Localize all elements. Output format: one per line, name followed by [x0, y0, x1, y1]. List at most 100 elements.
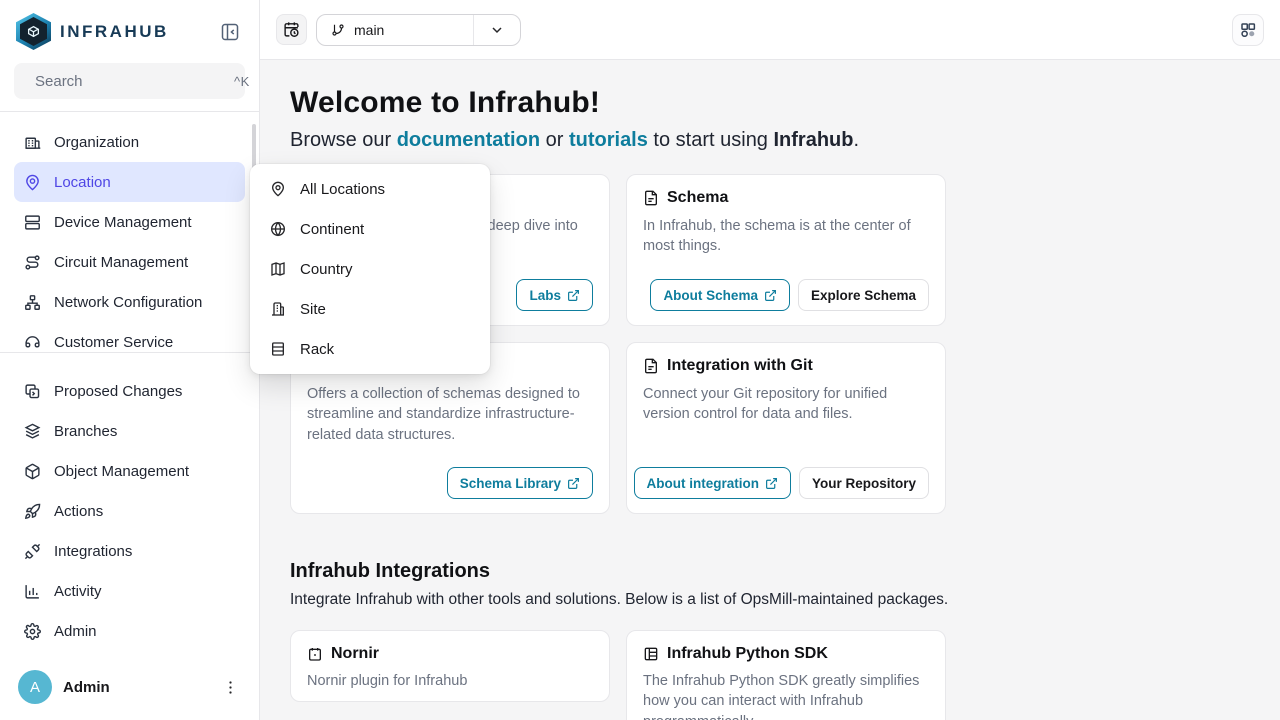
- intro-suffix: to start using: [648, 129, 774, 151]
- sidebar-item-proposed-changes[interactable]: Proposed Changes: [14, 371, 245, 411]
- about-schema-button[interactable]: About Schema: [650, 279, 790, 311]
- components-icon: [1239, 21, 1257, 39]
- brand-name: Infrahub: [774, 129, 854, 151]
- map-pin-icon: [270, 181, 286, 197]
- gear-icon: [24, 623, 41, 640]
- menu-item-label: Continent: [300, 221, 364, 238]
- search-shortcut: ^K: [234, 74, 250, 89]
- sidebar-item-actions[interactable]: Actions: [14, 491, 245, 531]
- sidebar-item-customer-service[interactable]: Customer Service: [14, 322, 245, 352]
- explore-schema-button[interactable]: Explore Schema: [798, 279, 929, 311]
- card-description: Nornir plugin for Infrahub: [307, 671, 593, 691]
- branch-selector-caret[interactable]: [473, 15, 520, 45]
- network-icon: [24, 294, 41, 311]
- documentation-link[interactable]: documentation: [397, 129, 540, 151]
- sidebar-user: A Admin: [0, 658, 259, 720]
- search-input[interactable]: [35, 73, 234, 90]
- components-button[interactable]: [1232, 14, 1264, 46]
- card-nornir: Nornir Nornir plugin for Infrahub: [290, 630, 610, 702]
- sidebar-item-circuit-management[interactable]: Circuit Management: [14, 242, 245, 282]
- diff-copy-icon: [24, 383, 41, 400]
- external-link-icon: [567, 289, 580, 302]
- search-box[interactable]: ^K: [14, 63, 245, 99]
- intro-end: .: [854, 129, 860, 151]
- sidebar-item-branches[interactable]: Branches: [14, 411, 245, 451]
- sidebar-item-label: Actions: [54, 503, 103, 520]
- sidebar-item-location[interactable]: Location: [14, 162, 245, 202]
- content: Welcome to Infrahub! Browse our document…: [260, 60, 1280, 720]
- sidebar-item-label: Admin: [54, 623, 97, 640]
- integrations-title: Infrahub Integrations: [290, 560, 1280, 583]
- user-name: Admin: [63, 679, 218, 696]
- card-description: In Infrahub, the schema is at the center…: [643, 216, 929, 257]
- intro-prefix: Browse our: [290, 129, 397, 151]
- user-menu-button[interactable]: [218, 675, 243, 700]
- menu-item-site[interactable]: Site: [250, 289, 490, 329]
- time-travel-button[interactable]: [276, 14, 307, 45]
- intro-middle: or: [540, 129, 569, 151]
- sdk-grid-icon: [643, 646, 659, 662]
- schema-library-button[interactable]: Schema Library: [447, 467, 593, 499]
- sidebar-item-label: Location: [54, 174, 111, 191]
- package-icon: [307, 646, 323, 662]
- route-icon: [24, 254, 41, 271]
- topbar: main: [260, 0, 1280, 60]
- rack-icon: [270, 341, 286, 357]
- bar-chart-icon: [24, 583, 41, 600]
- sidebar-item-label: Branches: [54, 423, 117, 440]
- server-icon: [24, 214, 41, 231]
- branch-selector[interactable]: main: [316, 14, 521, 46]
- sidebar-collapse-button[interactable]: [217, 19, 243, 45]
- user-avatar[interactable]: A: [18, 670, 52, 704]
- chevron-down-icon: [489, 22, 505, 38]
- sidebar-item-label: Circuit Management: [54, 254, 188, 271]
- sidebar-item-network-configuration[interactable]: Network Configuration: [14, 282, 245, 322]
- sidebar-item-label: Object Management: [54, 463, 189, 480]
- menu-item-continent[interactable]: Continent: [250, 209, 490, 249]
- file-text-icon: [643, 358, 659, 374]
- sidebar-header: INFRAHUB: [0, 0, 259, 61]
- sidebar-item-admin[interactable]: Admin: [14, 611, 245, 651]
- button-label: Schema Library: [460, 476, 561, 491]
- layers-icon: [24, 423, 41, 440]
- sidebar-item-activity[interactable]: Activity: [14, 571, 245, 611]
- branch-name: main: [354, 22, 384, 38]
- external-link-icon: [567, 477, 580, 490]
- card-integration-git: Integration with Git Connect your Git re…: [626, 342, 946, 514]
- card-title: Schema: [667, 189, 728, 207]
- sidebar-item-integrations[interactable]: Integrations: [14, 531, 245, 571]
- button-label: Labs: [529, 288, 561, 303]
- card-python-sdk: Infrahub Python SDK The Infrahub Python …: [626, 630, 946, 720]
- menu-item-country[interactable]: Country: [250, 249, 490, 289]
- integrations-section: Infrahub Integrations Integrate Infrahub…: [290, 560, 1280, 720]
- labs-button[interactable]: Labs: [516, 279, 593, 311]
- building-icon: [270, 301, 286, 317]
- menu-item-rack[interactable]: Rack: [250, 329, 490, 369]
- card-description: Offers a collection of schemas designed …: [307, 384, 593, 445]
- more-vertical-icon: [222, 679, 239, 696]
- sidebar-nav-secondary: Proposed Changes Branches Object Managem…: [0, 353, 259, 651]
- infrahub-logo-icon: [16, 13, 51, 50]
- sidebar-item-object-management[interactable]: Object Management: [14, 451, 245, 491]
- sidebar-item-organization[interactable]: Organization: [14, 122, 245, 162]
- infrahub-logo[interactable]: INFRAHUB: [16, 13, 169, 50]
- menu-item-all-locations[interactable]: All Locations: [250, 169, 490, 209]
- button-label: Your Repository: [812, 476, 916, 491]
- about-integration-button[interactable]: About integration: [634, 467, 791, 499]
- plug-icon: [24, 543, 41, 560]
- sidebar-item-label: Proposed Changes: [54, 383, 182, 400]
- sidebar-nav-primary: Organization Location Device Management …: [0, 112, 259, 352]
- location-pin-icon: [24, 174, 41, 191]
- tutorials-link[interactable]: tutorials: [569, 129, 648, 151]
- sidebar-item-device-management[interactable]: Device Management: [14, 202, 245, 242]
- menu-item-label: All Locations: [300, 181, 385, 198]
- card-description: The Infrahub Python SDK greatly simplifi…: [643, 671, 929, 720]
- file-text-icon: [643, 190, 659, 206]
- git-branch-icon: [331, 23, 345, 37]
- card-schema: Schema In Infrahub, the schema is at the…: [626, 174, 946, 326]
- headset-icon: [24, 334, 41, 351]
- menu-item-label: Rack: [300, 341, 334, 358]
- organization-icon: [24, 134, 41, 151]
- sidebar-item-label: Integrations: [54, 543, 132, 560]
- your-repository-button[interactable]: Your Repository: [799, 467, 929, 499]
